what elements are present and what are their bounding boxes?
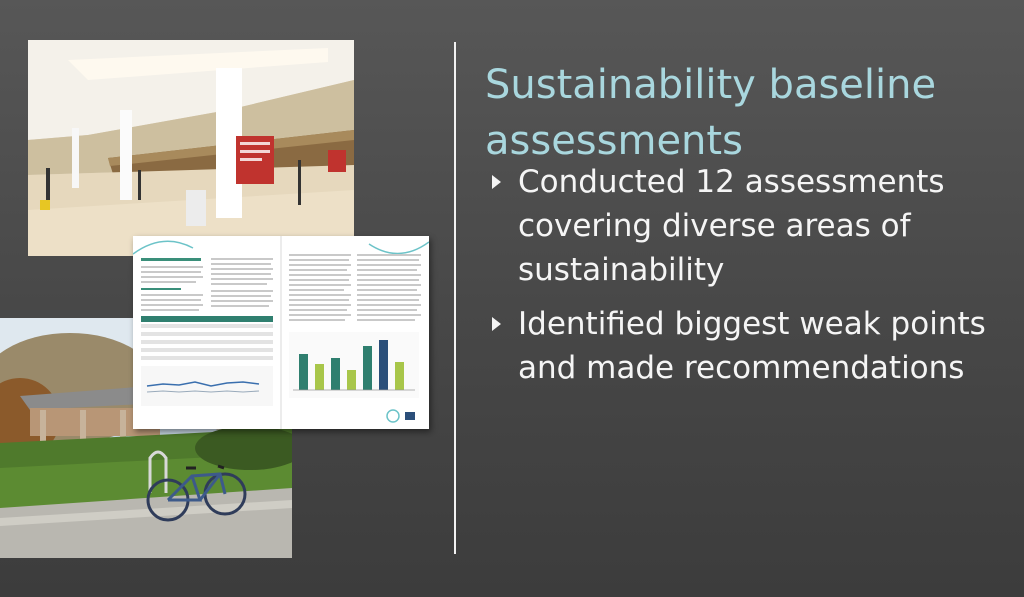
- bullet-item: Conducted 12 assessments covering divers…: [492, 160, 1012, 292]
- slide-title-line-1: Sustainability baseline: [485, 61, 937, 108]
- report-pages-image: [133, 236, 429, 429]
- bullet-list: Conducted 12 assessments covering divers…: [492, 160, 1012, 400]
- vertical-divider: [454, 42, 456, 554]
- bullet-text: Identified biggest weak points and made …: [518, 306, 986, 386]
- triangle-bullet-icon: [492, 317, 501, 331]
- slide-title: Sustainability baseline assessments: [485, 57, 1005, 169]
- airport-terminal-photo: [28, 40, 354, 256]
- bullet-item: Identified biggest weak points and made …: [492, 302, 1012, 390]
- bullet-text: Conducted 12 assessments covering divers…: [518, 164, 945, 288]
- triangle-bullet-icon: [492, 175, 501, 189]
